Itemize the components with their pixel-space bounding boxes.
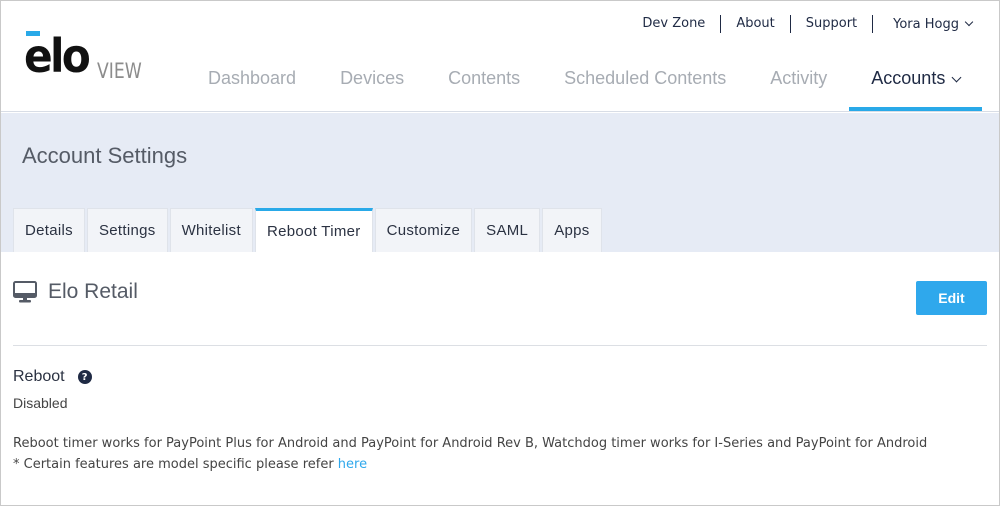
utility-nav: Dev Zone About Support Yora Hogg bbox=[627, 13, 974, 35]
monitor-icon bbox=[13, 281, 37, 303]
elo-view-logo[interactable]: elo VIEW bbox=[24, 28, 154, 84]
nav-item-contents[interactable]: Contents bbox=[426, 58, 542, 112]
nav-item-dashboard[interactable]: Dashboard bbox=[186, 58, 318, 112]
util-link-dev-zone[interactable]: Dev Zone bbox=[627, 15, 720, 33]
nav-item-scheduled-contents[interactable]: Scheduled Contents bbox=[542, 58, 748, 112]
settings-tabs: Details Settings Whitelist Reboot Timer … bbox=[13, 208, 604, 252]
chevron-down-icon bbox=[964, 17, 974, 27]
util-link-support[interactable]: Support bbox=[791, 15, 872, 33]
here-link[interactable]: here bbox=[338, 457, 367, 472]
logo-elo-text: elo bbox=[24, 29, 91, 83]
logo-view-text: VIEW bbox=[97, 59, 142, 83]
app-header: elo VIEW Dev Zone About Support Yora Hog… bbox=[0, 0, 1000, 112]
device-name: Elo Retail bbox=[48, 280, 138, 303]
nav-label: Activity bbox=[770, 68, 828, 88]
reboot-timer-panel: Elo Retail Edit Reboot ? Disabled Reboot… bbox=[0, 252, 1000, 506]
util-link-about[interactable]: About bbox=[721, 15, 789, 33]
reboot-section-label: Reboot ? bbox=[13, 368, 92, 386]
reboot-info-note: Reboot timer works for PayPoint Plus for… bbox=[13, 434, 973, 475]
tab-details[interactable]: Details bbox=[13, 208, 85, 252]
nav-item-activity[interactable]: Activity bbox=[748, 58, 849, 112]
nav-label: Contents bbox=[448, 68, 521, 88]
user-menu[interactable]: Yora Hogg bbox=[873, 16, 974, 32]
question-circle-icon[interactable]: ? bbox=[77, 370, 92, 384]
edit-button[interactable]: Edit bbox=[916, 281, 987, 315]
nav-item-accounts[interactable]: Accounts bbox=[849, 58, 983, 112]
nav-item-devices[interactable]: Devices bbox=[318, 58, 426, 112]
note-line-1: Reboot timer works for PayPoint Plus for… bbox=[13, 436, 928, 451]
user-name: Yora Hogg bbox=[893, 16, 959, 32]
nav-label: Accounts bbox=[871, 68, 946, 88]
page-title-band: Account Settings Details Settings Whitel… bbox=[0, 113, 1000, 252]
tab-whitelist[interactable]: Whitelist bbox=[169, 208, 253, 252]
reboot-label: Reboot bbox=[13, 368, 65, 385]
note-line-2-text: * Certain features are model specific pl… bbox=[13, 456, 338, 472]
main-nav: Dashboard Devices Contents Scheduled Con… bbox=[186, 58, 983, 112]
chevron-down-icon bbox=[951, 72, 962, 83]
reboot-status: Disabled bbox=[13, 395, 68, 411]
page-title: Account Settings bbox=[22, 143, 188, 168]
tab-reboot-timer[interactable]: Reboot Timer bbox=[254, 208, 373, 252]
nav-label: Scheduled Contents bbox=[564, 68, 727, 88]
device-title: Elo Retail bbox=[13, 280, 138, 304]
nav-label: Devices bbox=[340, 68, 405, 88]
nav-label: Dashboard bbox=[208, 68, 297, 88]
tab-settings[interactable]: Settings bbox=[86, 208, 168, 252]
tab-customize[interactable]: Customize bbox=[374, 208, 473, 252]
tab-apps[interactable]: Apps bbox=[542, 208, 602, 252]
tab-saml[interactable]: SAML bbox=[474, 208, 541, 252]
note-line-2: * Certain features are model specific pl… bbox=[13, 455, 973, 476]
section-divider bbox=[13, 345, 987, 346]
